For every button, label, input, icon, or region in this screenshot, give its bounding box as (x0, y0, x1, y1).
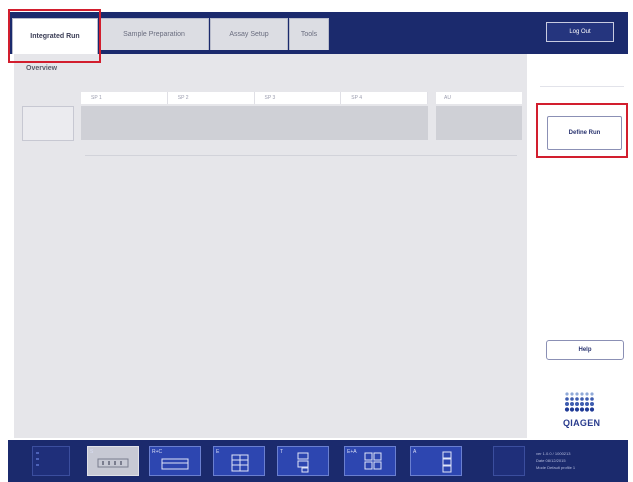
consumables-label: T (280, 449, 284, 455)
status-info: ver 1.0.0 / 1000213 Date 08/12/2015 Mode… (536, 450, 575, 471)
reagents-drawer-label: R+C (152, 449, 163, 455)
sp-run-area[interactable] (81, 106, 428, 140)
status-date: Date 08/12/2015 (536, 458, 566, 463)
tab-tools[interactable]: Tools (289, 18, 329, 50)
au-run-area[interactable] (436, 106, 522, 140)
status-version: ver 1.0.0 / 1000213 (536, 451, 571, 456)
assay-tubes-label: A (413, 449, 417, 455)
sample-drawer-icon[interactable] (87, 446, 139, 476)
sp-header-row: SP 1 SP 2 SP 3 SP 4 (81, 92, 428, 104)
highlight-integrated-run-tab (8, 9, 101, 63)
sample-drawer-label: S (90, 449, 94, 455)
eluate-drawer-icon[interactable] (213, 446, 265, 476)
side-divider (540, 86, 624, 87)
run-slot-box[interactable] (22, 106, 74, 141)
assay-tubes-icon[interactable] (410, 446, 462, 476)
logout-button[interactable]: Log Out (546, 22, 614, 42)
eluate-drawer-label: E (216, 449, 220, 455)
help-button[interactable]: Help (546, 340, 624, 360)
sp4-header: SP 4 (341, 92, 428, 104)
tab-sample-preparation[interactable]: Sample Preparation (99, 18, 209, 50)
tab-assay-setup[interactable]: Assay Setup (210, 18, 288, 50)
divider (85, 155, 517, 156)
qiagen-logo-text: QIAGEN (563, 418, 601, 428)
overview-title: Overview (26, 65, 58, 72)
status-mode: Mode Default profile 1 (536, 465, 576, 470)
au-header: AU (436, 92, 522, 104)
assay-drawer-label: E+A (347, 449, 357, 455)
consumables-icon[interactable] (277, 446, 329, 476)
sp2-header: SP 2 (168, 92, 255, 104)
sp1-header: SP 1 (81, 92, 168, 104)
waste-drawer-icon[interactable] (32, 446, 70, 476)
highlight-define-run-button (536, 103, 628, 158)
status-indicator (493, 446, 525, 476)
sp3-header: SP 3 (255, 92, 342, 104)
